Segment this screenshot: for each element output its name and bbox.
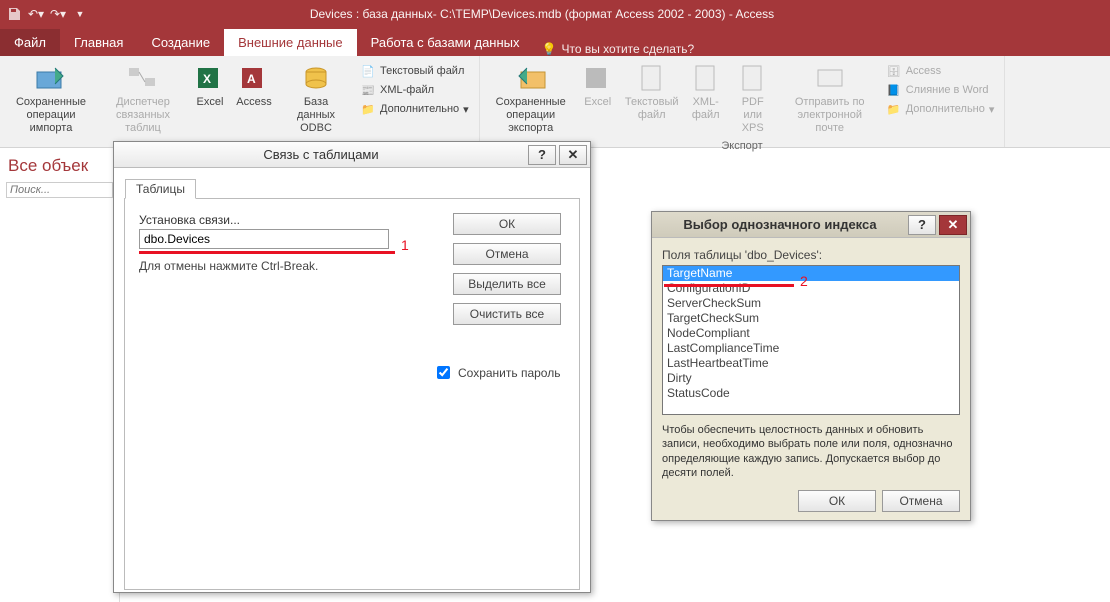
annotation-2: 2 <box>800 273 808 289</box>
tables-tab[interactable]: Таблицы <box>125 179 196 199</box>
svg-text:X: X <box>203 72 211 86</box>
import-more-button[interactable]: 📁Дополнительно ▾ <box>356 100 473 118</box>
xml-icon <box>690 62 722 94</box>
more-icon: 📁 <box>886 101 902 117</box>
export-email-button: Отправить по электронной почте <box>780 60 880 138</box>
email-icon <box>814 62 846 94</box>
xml-icon: 📰 <box>360 82 376 98</box>
saved-exports-icon <box>515 62 547 94</box>
field-item[interactable]: TargetName <box>663 266 959 281</box>
lightbulb-icon: 💡 <box>542 42 557 56</box>
import-text-button[interactable]: 📄Текстовый файл <box>356 62 473 80</box>
excel-icon <box>582 62 614 94</box>
word-icon: 📘 <box>886 82 902 98</box>
select-all-button[interactable]: Выделить все <box>453 273 561 295</box>
dialog-title: Выбор однозначного индекса <box>652 217 908 232</box>
field-item[interactable]: LastComplianceTime <box>663 341 959 356</box>
export-text-button: Текстовый файл <box>620 60 684 124</box>
save-icon[interactable] <box>6 6 22 22</box>
tab-external-data[interactable]: Внешние данные <box>224 29 357 56</box>
red-underline-1 <box>139 251 395 254</box>
clear-all-button[interactable]: Очистить все <box>453 303 561 325</box>
fields-label: Поля таблицы 'dbo_Devices': <box>662 248 960 262</box>
access-icon: 🗄 <box>886 63 902 79</box>
titlebar: ↶▾ ↷▾ ▼ Devices : база данных- C:\TEMP\D… <box>0 0 1110 28</box>
help-button[interactable]: ? <box>528 145 556 165</box>
import-xml-button[interactable]: 📰XML-файл <box>356 81 473 99</box>
field-item[interactable]: LastHeartbeatTime <box>663 356 959 371</box>
close-button[interactable]: ✕ <box>559 145 587 165</box>
annotation-1: 1 <box>401 237 409 253</box>
tell-me[interactable]: 💡 Что вы хотите сделать? <box>534 42 703 56</box>
setup-label: Установка связи... <box>139 213 441 227</box>
svg-text:A: A <box>247 72 256 86</box>
hint-text: Чтобы обеспечить целостность данных и об… <box>662 423 960 480</box>
red-underline-2 <box>664 284 794 287</box>
field-item[interactable]: StatusCode <box>663 386 959 401</box>
linked-tables-icon <box>127 62 159 94</box>
import-access-button[interactable]: A Access <box>232 60 276 111</box>
app-title: Devices : база данных- C:\TEMP\Devices.m… <box>94 7 990 21</box>
table-name-input[interactable] <box>139 229 389 249</box>
textfile-icon: 📄 <box>360 63 376 79</box>
field-item[interactable]: NodeCompliant <box>663 326 959 341</box>
cancel-hint: Для отмены нажмите Ctrl-Break. <box>139 259 441 273</box>
field-item[interactable]: ServerCheckSum <box>663 296 959 311</box>
fields-listbox[interactable]: TargetNameConfigurationIDServerCheckSumT… <box>662 265 960 415</box>
export-xml-button: XML-файл <box>686 60 726 124</box>
cancel-button[interactable]: Отмена <box>453 243 561 265</box>
tab-create[interactable]: Создание <box>137 29 224 56</box>
close-button[interactable]: ✕ <box>939 215 967 235</box>
cancel-button[interactable]: Отмена <box>882 490 960 512</box>
odbc-icon <box>300 62 332 94</box>
textfile-icon <box>636 62 668 94</box>
ok-button[interactable]: ОК <box>798 490 876 512</box>
more-icon: 📁 <box>360 101 376 117</box>
access-icon: A <box>238 62 270 94</box>
field-item[interactable]: Dirty <box>663 371 959 386</box>
export-excel-button: Excel <box>578 60 618 111</box>
export-more-button: 📁Дополнительно ▾ <box>882 100 999 118</box>
tab-home[interactable]: Главная <box>60 29 137 56</box>
undo-icon[interactable]: ↶▾ <box>28 6 44 22</box>
link-tables-dialog: Связь с таблицами ? ✕ Таблицы Установка … <box>113 141 591 593</box>
help-button[interactable]: ? <box>908 215 936 235</box>
pdf-icon <box>737 62 769 94</box>
qat-customize-icon[interactable]: ▼ <box>72 6 88 22</box>
navigation-pane: Все объек <box>0 148 120 602</box>
saved-imports-button[interactable]: Сохраненные операции импорта <box>6 60 96 138</box>
tab-file[interactable]: Файл <box>0 29 60 56</box>
nav-title: Все объек <box>0 148 119 178</box>
export-pdf-button: PDF или XPS <box>728 60 778 138</box>
export-access-button: 🗄Access <box>882 62 999 80</box>
field-item[interactable]: TargetCheckSum <box>663 311 959 326</box>
ribbon: Сохраненные операции импорта Диспетчер с… <box>0 56 1110 148</box>
ok-button[interactable]: ОК <box>453 213 561 235</box>
save-password-checkbox[interactable]: Сохранить пароль <box>433 363 565 382</box>
saved-exports-button[interactable]: Сохраненные операции экспорта <box>486 60 576 138</box>
linked-table-manager-button: Диспетчер связанных таблиц <box>98 60 188 138</box>
nav-search-input[interactable] <box>6 182 113 198</box>
import-odbc-button[interactable]: База данных ODBC <box>278 60 354 138</box>
tab-dbtools[interactable]: Работа с базами данных <box>357 29 534 56</box>
dialog-title: Связь с таблицами <box>114 147 528 162</box>
excel-icon: X <box>194 62 226 94</box>
export-word-button: 📘Слияние в Word <box>882 81 999 99</box>
unique-index-dialog: Выбор однозначного индекса ? ✕ Поля табл… <box>651 211 971 521</box>
redo-icon[interactable]: ↷▾ <box>50 6 66 22</box>
ribbon-tabs: Файл Главная Создание Внешние данные Раб… <box>0 28 1110 56</box>
export-group-label: Экспорт <box>721 138 762 154</box>
saved-imports-icon <box>35 62 67 94</box>
import-excel-button[interactable]: X Excel <box>190 60 230 111</box>
